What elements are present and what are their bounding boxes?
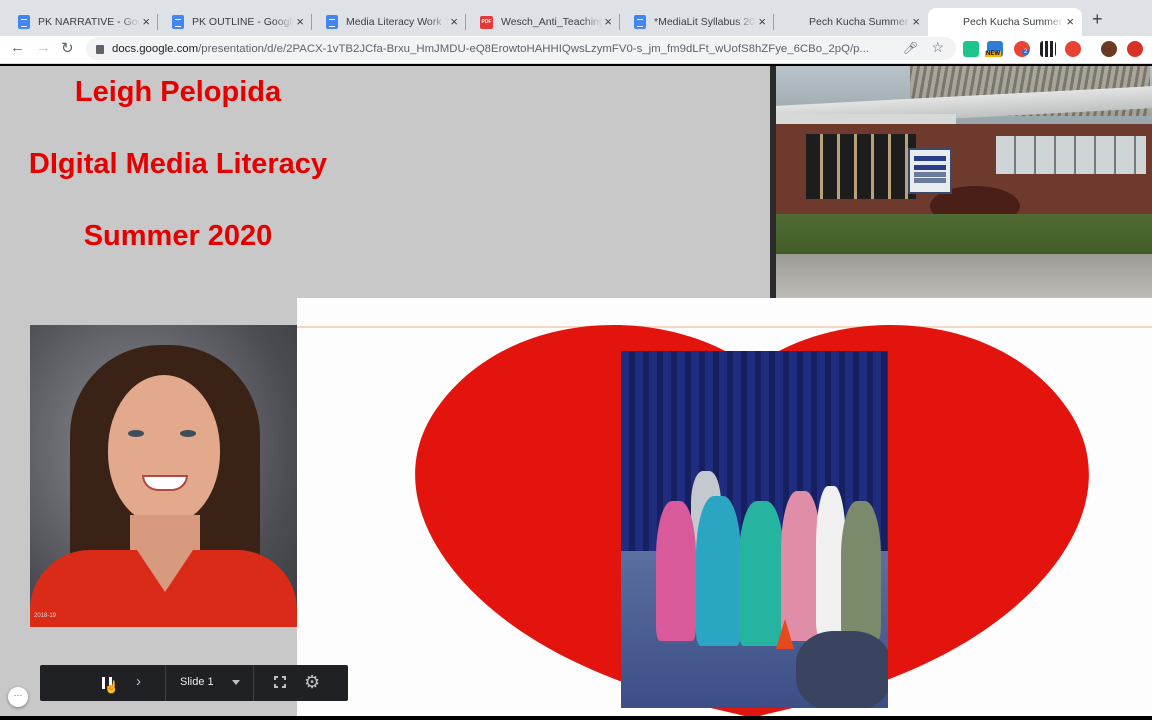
new-tab-button[interactable]: + [1092, 9, 1103, 30]
school-photo [770, 66, 1152, 298]
new-badge: NEW [985, 51, 1001, 57]
browser-toolbar: ← → ↻ docs.google.com/presentation/d/e/2… [0, 36, 1152, 64]
forward-arrow-icon[interactable]: → [36, 39, 51, 56]
lock-icon [96, 45, 104, 54]
caret-down-icon[interactable] [232, 680, 240, 685]
pdf-icon: PDF [480, 15, 493, 29]
google-docs-icon [18, 15, 30, 29]
google-docs-icon [634, 15, 646, 29]
tab-medialit-syllabus[interactable]: *MediaLit Syllabus 20 × [620, 8, 774, 36]
tab-title: Pech Kucha Summer 2 [809, 16, 911, 28]
portrait-face [108, 375, 220, 525]
tab-title: Wesch_Anti_Teaching [501, 16, 603, 28]
tab-strip: PK NARRATIVE - Google × PK OUTLINE - Goo… [0, 0, 1152, 94]
controls-divider [253, 665, 254, 701]
photo-audience [796, 631, 888, 708]
portrait-neckline [135, 547, 195, 592]
tab-wesch-pdf[interactable]: PDF Wesch_Anti_Teaching × [466, 8, 620, 36]
close-tab-icon[interactable]: × [758, 14, 766, 29]
tab-title: *MediaLit Syllabus 20 [654, 16, 755, 28]
portrait-stamp: 2018-19 [34, 613, 57, 619]
chevron-right-icon[interactable]: › [136, 673, 141, 690]
reload-icon[interactable]: ↻ [61, 39, 74, 57]
extension-green-icon[interactable] [963, 41, 979, 57]
tab-pk-outline[interactable]: PK OUTLINE - Google × [158, 8, 312, 36]
extension-new-icon[interactable]: NEW [985, 41, 1003, 57]
tab-pech-kucha-1[interactable]: Pech Kucha Summer 2 × [774, 8, 928, 94]
url-text: docs.google.com/presentation/d/e/2PACX-1… [112, 43, 902, 55]
tab-title: PK NARRATIVE - Google [38, 16, 140, 28]
presentation-slide[interactable]: Leigh Pelopida DIgital Media Literacy Su… [0, 66, 1152, 716]
gear-icon[interactable]: ⚙ [304, 672, 320, 693]
school-walkway [776, 254, 1152, 298]
portrait-eye-right [180, 430, 196, 437]
close-tab-icon[interactable]: × [450, 14, 458, 29]
school-sign [908, 148, 952, 194]
counter-badge: 2 [1022, 49, 1030, 55]
google-docs-icon [326, 15, 338, 29]
photo-traffic-cone [776, 619, 794, 649]
microphone-icon[interactable]: 🎤︎ [903, 41, 918, 55]
update-icon[interactable] [1127, 41, 1143, 57]
slide-selector-label[interactable]: Slide 1 [180, 676, 214, 688]
slideshow-controls: › Slide 1 ⚙ [40, 665, 348, 701]
photo-person [656, 501, 696, 641]
close-tab-icon[interactable]: × [604, 14, 612, 29]
portrait-eye-left [128, 430, 144, 437]
fullscreen-icon[interactable] [273, 675, 287, 689]
bookmark-star-icon[interactable]: ☆ [931, 39, 944, 56]
controls-divider [165, 665, 166, 701]
close-tab-icon[interactable]: × [142, 14, 150, 29]
url-path: /presentation/d/e/2PACX-1vTB2JCfa-Brxu_H… [198, 42, 869, 55]
close-tab-icon[interactable]: × [1066, 14, 1074, 29]
tab-pk-narrative[interactable]: PK NARRATIVE - Google × [4, 8, 158, 36]
group-hug-photo [621, 351, 888, 708]
close-tab-icon[interactable]: × [296, 14, 304, 29]
grid-icon[interactable] [1040, 41, 1056, 57]
google-docs-icon [172, 15, 184, 29]
tab-pech-kucha-active[interactable]: Pech Kucha Summer 2 × [928, 8, 1082, 94]
term-title: Summer 2020 [83, 220, 273, 252]
tab-media-literacy[interactable]: Media Literacy Work To × [312, 8, 466, 36]
address-bar[interactable]: docs.google.com/presentation/d/e/2PACX-1… [86, 37, 956, 60]
hand-cursor-icon: ☝ [104, 680, 119, 694]
tab-title: Pech Kucha Summer 2 [963, 16, 1065, 28]
course-title: DIgital Media Literacy [28, 148, 328, 180]
presenter-name: Leigh Pelopida [74, 76, 282, 108]
tab-title: PK OUTLINE - Google [192, 16, 294, 28]
portrait-photo: 2018-19 [30, 325, 297, 627]
photo-person [696, 496, 741, 646]
avatar[interactable] [1101, 41, 1117, 57]
photo-person [841, 501, 881, 641]
extension-red-icon[interactable] [1065, 41, 1081, 57]
more-options-button[interactable]: ··· [8, 687, 28, 707]
close-tab-icon[interactable]: × [912, 14, 920, 29]
slide-bottom-border [0, 716, 1152, 720]
back-arrow-icon[interactable]: ← [10, 39, 25, 56]
tab-title: Media Literacy Work To [346, 16, 448, 28]
extension-counter-icon[interactable]: 2 [1014, 41, 1030, 57]
url-host: docs.google.com [112, 42, 199, 55]
